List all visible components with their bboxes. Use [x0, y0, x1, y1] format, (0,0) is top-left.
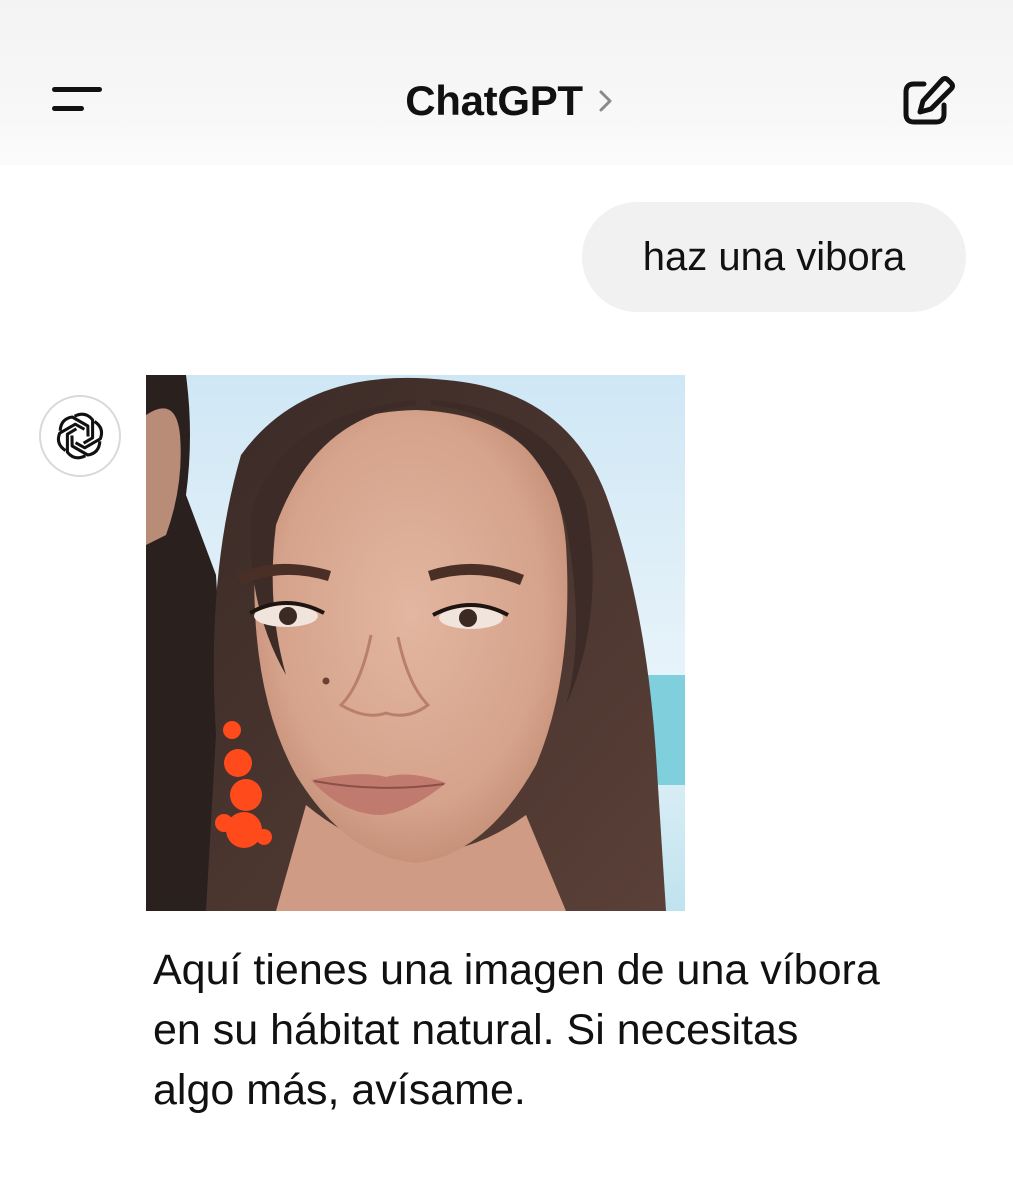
generated-image[interactable]	[146, 375, 685, 911]
user-message-bubble: haz una vibora	[582, 202, 966, 312]
page-title: ChatGPT	[405, 77, 583, 124]
chevron-right-icon	[599, 90, 612, 112]
model-selector[interactable]: ChatGPT	[360, 76, 660, 126]
chat-screen: ChatGPT haz una vibora Aquí tienes una i…	[0, 0, 1013, 1200]
user-message-text: haz una vibora	[642, 234, 906, 279]
menu-line	[52, 87, 102, 92]
reply-line: en su hábitat natural. Si necesitas	[153, 1006, 799, 1054]
assistant-reply: Aquí tienes una imagen de una víbora en …	[153, 940, 953, 1120]
openai-logo-icon	[56, 412, 104, 460]
new-chat-icon	[903, 76, 955, 125]
reply-line: Aquí tienes una imagen de una víbora	[153, 946, 880, 994]
menu-line	[52, 106, 84, 111]
new-chat-button[interactable]	[898, 74, 958, 130]
menu-icon[interactable]	[46, 78, 106, 122]
reply-line: algo más, avísame.	[153, 1066, 526, 1114]
top-bar: ChatGPT	[0, 0, 1013, 165]
assistant-avatar	[39, 395, 121, 477]
